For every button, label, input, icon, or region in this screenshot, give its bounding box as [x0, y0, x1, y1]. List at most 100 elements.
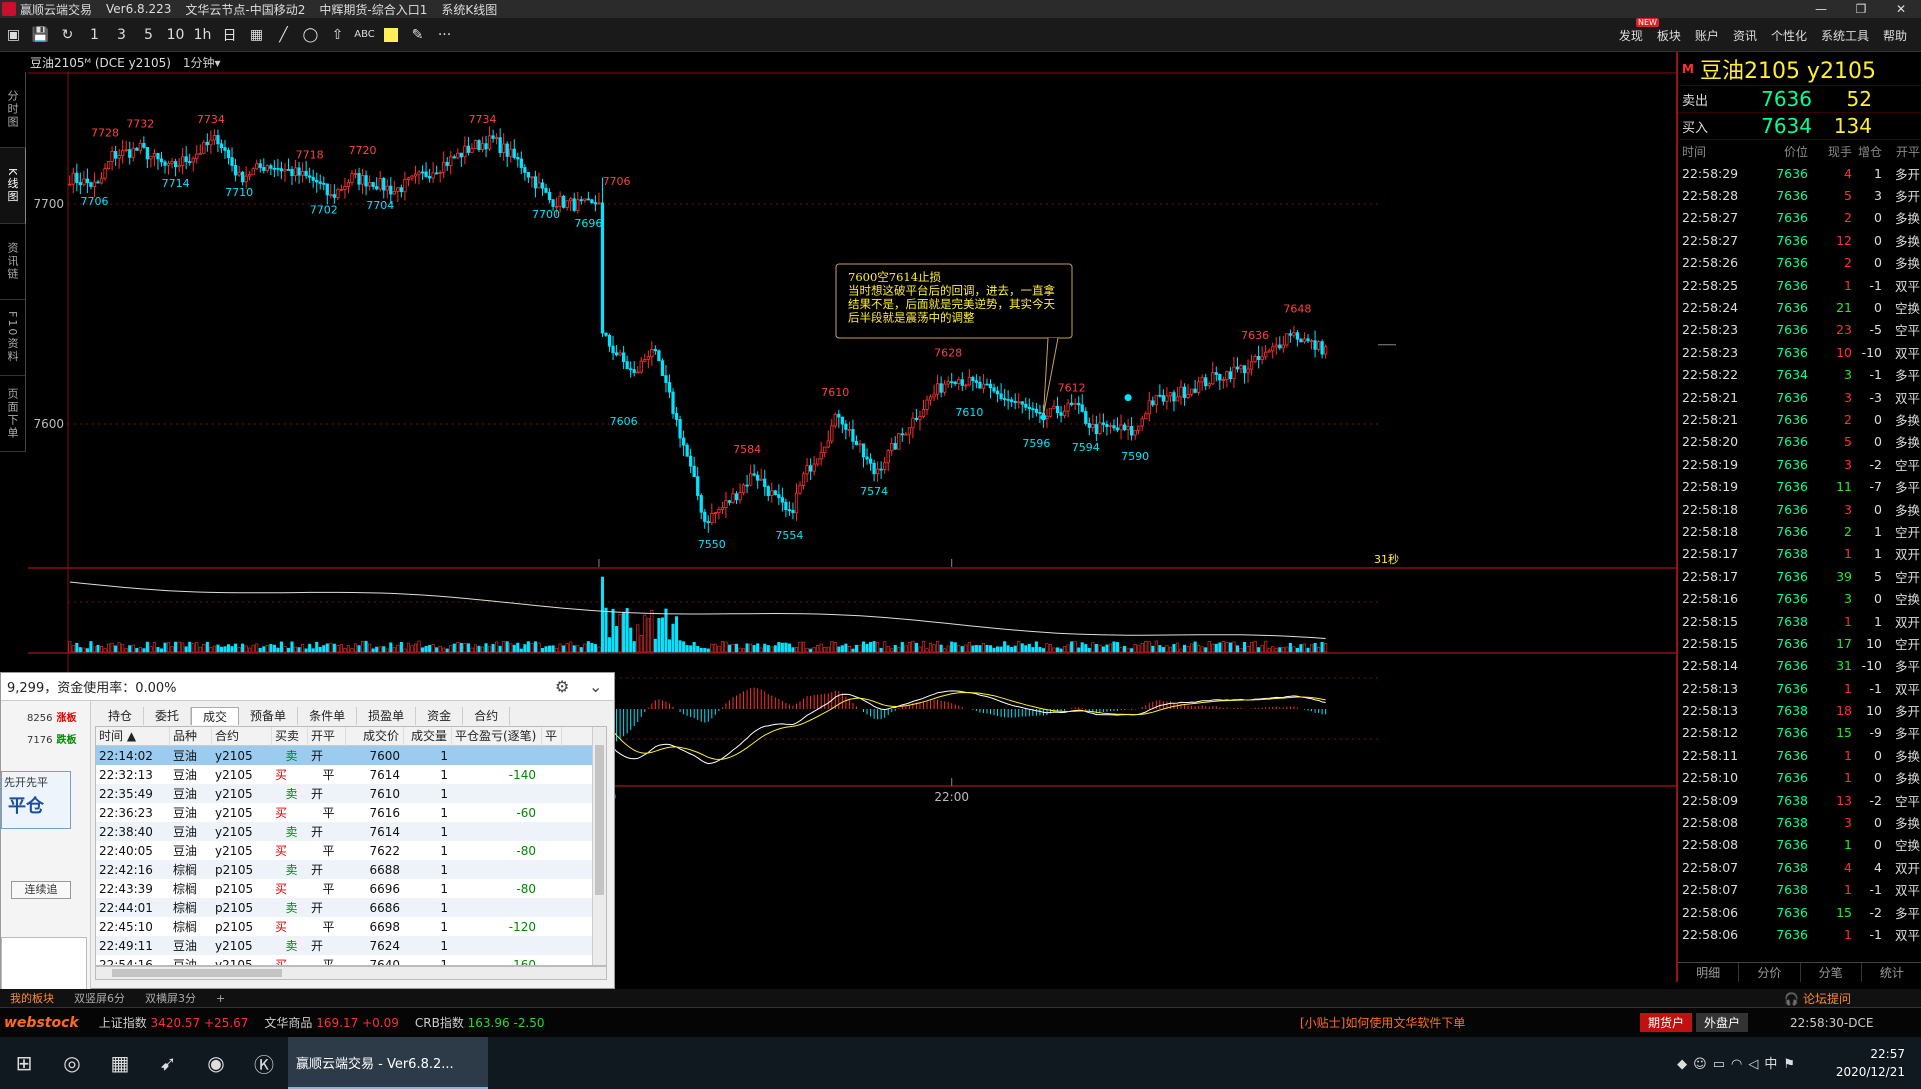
text-tool-icon[interactable]: ABC — [351, 23, 378, 47]
trade-tab[interactable]: 预备单 — [239, 707, 299, 725]
table-row[interactable]: 22:36:23 豆油 y2105 买 平 7616 1 -60 — [96, 803, 606, 822]
k-app-icon[interactable]: Ⓚ — [240, 1043, 288, 1083]
hscroll-thumb[interactable] — [112, 969, 282, 977]
menu-help[interactable]: 帮助 — [1883, 27, 1907, 44]
tab-f10[interactable]: F10资料 — [0, 300, 26, 376]
flash-app-icon[interactable]: ➹ — [144, 1043, 192, 1083]
tick-row[interactable]: 22:58:11 7636 1 0 多换 — [1678, 744, 1921, 766]
layout-icon[interactable]: ▣ — [0, 23, 27, 47]
tick-row[interactable]: 22:58:25 7636 1 -1 双平 — [1678, 274, 1921, 296]
ws-tab-dual-horizontal[interactable]: 双横屏3分 — [135, 990, 206, 1006]
tab-kline[interactable]: K线图 — [0, 148, 26, 224]
menu-sector[interactable]: 板块 — [1657, 27, 1681, 44]
chart-symbol[interactable]: 豆油2105ᴹ (DCE y2105) — [30, 54, 171, 71]
chart-period-dropdown[interactable]: 1分钟▾ — [183, 54, 221, 71]
trade-tab[interactable]: 损盈单 — [357, 707, 417, 725]
trade-tab[interactable]: 资金 — [416, 707, 464, 725]
tick-row[interactable]: 22:58:18 7636 2 1 空开 — [1678, 520, 1921, 542]
tick-row[interactable]: 22:58:17 7636 39 5 空开 — [1678, 565, 1921, 587]
ask-row[interactable]: 卖出 7636 52 — [1678, 86, 1921, 113]
vscroll-thumb[interactable] — [595, 745, 604, 895]
forum-link[interactable]: 🎧 论坛提问 — [1774, 990, 1861, 1007]
col-extra[interactable]: 平 — [542, 727, 562, 746]
col-price[interactable]: 成交价 — [346, 727, 404, 746]
tick-row[interactable]: 22:58:09 7638 13 -2 空平 — [1678, 789, 1921, 811]
tab-statistics[interactable]: 统计 — [1862, 963, 1921, 982]
tick-row[interactable]: 22:58:21 7636 2 0 多换 — [1678, 408, 1921, 430]
trade-tab[interactable]: 条件单 — [298, 707, 358, 725]
index-crb[interactable]: CRB指数 163.96 -2.50 — [415, 1014, 545, 1031]
tick-row[interactable]: 22:58:19 7636 11 -7 多平 — [1678, 475, 1921, 497]
menu-account[interactable]: 账户 — [1695, 27, 1719, 44]
table-row[interactable]: 22:14:02 豆油 y2105 卖开 7600 1 — [96, 746, 606, 765]
tick-row[interactable]: 22:58:13 7636 1 -1 双平 — [1678, 677, 1921, 699]
tick-row[interactable]: 22:58:27 7636 12 0 多换 — [1678, 229, 1921, 251]
tick-row[interactable]: 22:58:20 7636 5 0 多换 — [1678, 431, 1921, 453]
foreign-account-button[interactable]: 外盘户 — [1696, 1013, 1749, 1032]
index-wenhua[interactable]: 文华商品 169.17 +0.09 — [264, 1014, 398, 1031]
continuous-chase-button[interactable]: 连续追 — [11, 881, 71, 899]
tick-row[interactable]: 22:58:29 7636 4 1 多开 — [1678, 162, 1921, 184]
tray-ime[interactable]: 中 — [1764, 1057, 1783, 1072]
menu-news[interactable]: 资讯 — [1733, 27, 1757, 44]
tick-row[interactable]: 22:58:06 7636 1 -1 双平 — [1678, 923, 1921, 945]
pen-tool-icon[interactable]: ✎ — [404, 23, 431, 47]
grid-layout-icon[interactable]: ▦ — [243, 23, 270, 47]
trade-tab[interactable]: 委托 — [144, 707, 192, 725]
col-time[interactable]: 时间 ▲ — [96, 727, 170, 746]
tick-row[interactable]: 22:58:26 7636 2 0 多换 — [1678, 252, 1921, 274]
index-shanghai[interactable]: 上证指数 3420.57 +25.67 — [99, 1014, 249, 1031]
period-3m-button[interactable]: 3 — [108, 23, 135, 47]
col-pnl[interactable]: 平仓盈亏(逐笔) — [452, 727, 542, 746]
minimize-icon[interactable]: — — [1801, 0, 1841, 18]
table-row[interactable]: 22:38:40 豆油 y2105 卖开 7614 1 — [96, 822, 606, 841]
app-store-icon[interactable]: ▦ — [96, 1043, 144, 1083]
tick-row[interactable]: 22:58:24 7636 21 0 空换 — [1678, 296, 1921, 318]
close-icon[interactable]: ✕ — [1881, 0, 1921, 18]
tick-row[interactable]: 22:58:12 7636 15 -9 多平 — [1678, 722, 1921, 744]
fills-vscrollbar[interactable] — [592, 727, 606, 965]
trade-tab[interactable]: 合约 — [463, 707, 511, 725]
tick-row[interactable]: 22:58:18 7636 3 0 多换 — [1678, 498, 1921, 520]
tick-row[interactable]: 22:58:13 7638 18 10 多开 — [1678, 699, 1921, 721]
refresh-icon[interactable]: ↻ — [54, 23, 81, 47]
tick-row[interactable]: 22:58:22 7634 3 -1 多平 — [1678, 364, 1921, 386]
tick-row[interactable]: 22:58:10 7636 1 0 多换 — [1678, 767, 1921, 789]
tick-list[interactable]: 22:58:29 7636 4 1 多开 22:58:28 7636 5 3 多开 22:58:27… — [1678, 162, 1921, 946]
color-picker-icon[interactable] — [384, 27, 398, 42]
collapse-icon[interactable]: ⌄ — [589, 677, 602, 696]
period-1m-button[interactable]: 1 — [81, 23, 108, 47]
tick-row[interactable]: 22:58:08 7638 3 0 多换 — [1678, 811, 1921, 833]
system-tray-icons[interactable]: ◆☺▭◠◁中⚑ — [1677, 1053, 1801, 1072]
browser-icon[interactable]: ◉ — [192, 1043, 240, 1083]
period-10m-button[interactable]: 10 — [162, 23, 189, 47]
table-row[interactable]: 22:42:16 棕榈 p2105 卖开 6688 1 — [96, 860, 606, 879]
wechat-icon[interactable]: ◎ — [48, 1043, 96, 1083]
tick-row[interactable]: 22:58:08 7636 1 0 空换 — [1678, 834, 1921, 856]
col-side[interactable]: 买卖 — [272, 727, 308, 746]
menu-discover[interactable]: 发现 — [1619, 17, 1659, 44]
tick-row[interactable]: 22:58:23 7636 10 -10 双平 — [1678, 341, 1921, 363]
period-day-button[interactable]: 日 — [216, 23, 243, 47]
futures-account-button[interactable]: 期货户 — [1640, 1013, 1693, 1032]
add-workspace-button[interactable]: + — [206, 992, 235, 1005]
save-icon[interactable]: 💾 — [27, 23, 54, 47]
tab-news-chain[interactable]: 资讯链 — [0, 224, 26, 300]
taskbar-active-app[interactable]: 赢顺云端交易 - Ver6.8.2... — [288, 1037, 488, 1089]
tick-row[interactable]: 22:58:27 7636 2 0 多换 — [1678, 207, 1921, 229]
col-qty[interactable]: 成交量 — [404, 727, 452, 746]
tab-page-order[interactable]: 页面下单 — [0, 376, 26, 452]
tab-price-dist[interactable]: 分价 — [1739, 963, 1801, 982]
line-tool-icon[interactable]: ╱ — [270, 23, 297, 47]
table-row[interactable]: 22:45:10 棕榈 p2105 买 平 6698 1 -120 — [96, 917, 606, 936]
tick-row[interactable]: 22:58:17 7638 1 1 双开 — [1678, 543, 1921, 565]
more-icon[interactable]: ··· — [431, 23, 458, 47]
tick-row[interactable]: 22:58:06 7636 15 -2 多平 — [1678, 901, 1921, 923]
table-row[interactable]: 22:32:13 豆油 y2105 买 平 7614 1 -140 — [96, 765, 606, 784]
tick-row[interactable]: 22:58:15 7636 17 10 空开 — [1678, 632, 1921, 654]
tick-row[interactable]: 22:58:15 7638 1 1 双开 — [1678, 610, 1921, 632]
tick-row[interactable]: 22:58:14 7636 31 -10 多平 — [1678, 655, 1921, 677]
col-contract[interactable]: 合约 — [212, 727, 272, 746]
period-5m-button[interactable]: 5 — [135, 23, 162, 47]
table-row[interactable]: 22:54:16 豆油 y2105 买 平 7640 1 -160 — [96, 955, 606, 966]
